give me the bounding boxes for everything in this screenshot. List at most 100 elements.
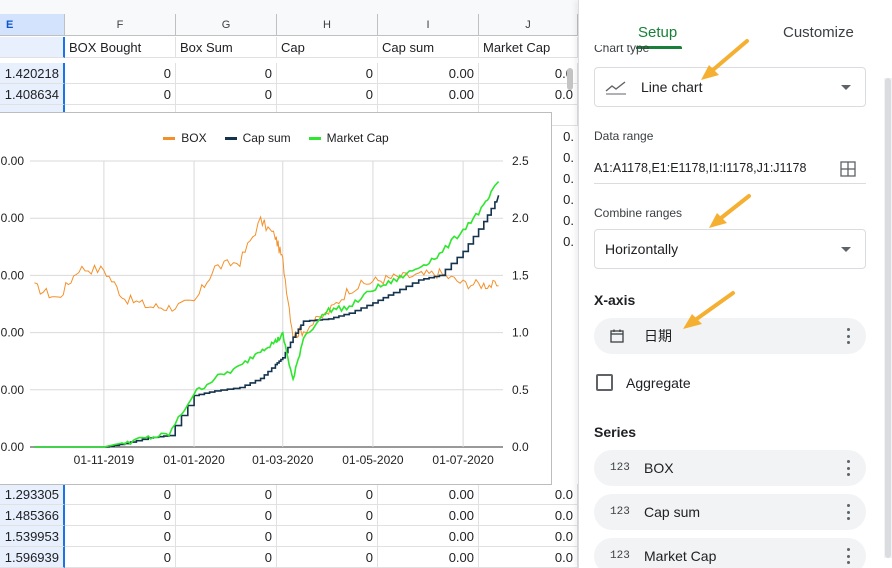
table-cell[interactable]: 0.00 — [378, 547, 479, 568]
annotation-arrow — [701, 39, 749, 80]
table-cell[interactable]: 0.0 — [479, 484, 578, 505]
more-vert-icon[interactable] — [846, 328, 850, 344]
table-cell[interactable]: 1.485366 — [0, 505, 65, 526]
table-cell[interactable]: 0 — [65, 505, 176, 526]
table-cell[interactable]: 0.0 — [479, 84, 578, 105]
table-cell[interactable]: 1.539953 — [0, 526, 65, 547]
y-axis-tick-label-left: 0.00 — [1, 268, 25, 282]
y-axis-tick-label-left: 0.00 — [1, 211, 25, 225]
panel-scrollbar[interactable] — [885, 78, 891, 558]
table-cell[interactable]: 1.596939 — [0, 547, 65, 568]
table-cell[interactable]: 0. — [552, 126, 578, 147]
y-axis-tick-label-right: 1.5 — [512, 268, 529, 282]
table-cell[interactable]: 0 — [277, 547, 378, 568]
table-cell[interactable]: 0 — [176, 63, 277, 84]
table-cell[interactable] — [0, 37, 65, 58]
data-range-input[interactable]: A1:A1178,E1:E1178,I1:I1178,J1:J1178 — [594, 161, 806, 175]
table-cell[interactable]: 0 — [65, 84, 176, 105]
series-section-title: Series — [594, 424, 637, 440]
table-cell[interactable]: BOX Bought — [65, 37, 176, 58]
chart-type-label: Chart type — [594, 45, 650, 55]
x-axis-tick-label: 01-01-2020 — [163, 453, 225, 467]
table-cell[interactable]: 0 — [65, 63, 176, 84]
table-cell[interactable]: 0. — [552, 210, 578, 231]
table-cell[interactable]: 0 — [176, 505, 277, 526]
chart-plot: 0.00 0.0 0.00 0.5 0.00 1.0 0.00 1.5 0.00 2.0 0.00 2… — [1, 154, 529, 467]
y-axis-tick-label-left: 0.00 — [1, 154, 25, 168]
table-cell[interactable]: Box Sum — [176, 37, 277, 58]
aggregate-checkbox[interactable] — [596, 374, 613, 391]
table-cell[interactable]: 1.420218 — [0, 63, 65, 84]
table-cell[interactable]: 0.00 — [378, 526, 479, 547]
table-cell[interactable]: 0.00 — [378, 84, 479, 105]
table-cell[interactable]: 0. — [552, 168, 578, 189]
table-cell[interactable]: 0 — [176, 526, 277, 547]
more-vert-icon[interactable] — [846, 504, 850, 520]
annotation-arrow — [683, 291, 735, 329]
table-cell[interactable]: 1.408634 — [0, 84, 65, 105]
series-label: Market Cap — [644, 548, 717, 564]
table-cell[interactable]: 0.00 — [378, 484, 479, 505]
table-cell[interactable]: 0.0 — [479, 547, 578, 568]
table-cell[interactable]: Cap — [277, 37, 378, 58]
table-cell[interactable]: 0 — [277, 526, 378, 547]
table-cell[interactable]: 0 — [277, 484, 378, 505]
y-axis-tick-label-right: 0.5 — [512, 383, 529, 397]
tab-setup[interactable]: Setup — [638, 24, 677, 41]
spreadsheet-grid: E F G H I J BOX Bought Box Sum Cap Cap s… — [0, 0, 578, 568]
table-cell[interactable]: 0.00 — [378, 505, 479, 526]
table-cell[interactable]: 0 — [277, 63, 378, 84]
table-cell[interactable]: 0 — [277, 84, 378, 105]
table-cell[interactable]: 0.00 — [378, 63, 479, 84]
table-cell[interactable]: 0. — [552, 189, 578, 210]
calendar-icon — [610, 329, 624, 343]
table-cell[interactable]: 0.0 — [479, 526, 578, 547]
combine-ranges-dropdown[interactable]: Horizontally — [594, 229, 866, 269]
toolbar-strip — [0, 0, 578, 14]
table-cell[interactable]: 0. — [552, 147, 578, 168]
series-item-market-cap[interactable]: 123 Market Cap — [594, 538, 866, 568]
table-cell[interactable]: Cap sum — [378, 37, 479, 58]
x-axis-tick-label: 01-11-2019 — [74, 453, 135, 467]
aggregate-label: Aggregate — [626, 375, 691, 391]
more-vert-icon[interactable] — [846, 460, 850, 476]
series-item-cap-sum[interactable]: 123 Cap sum — [594, 494, 866, 530]
column-header-h[interactable]: H — [277, 14, 378, 36]
column-header-f[interactable]: F — [65, 14, 176, 36]
y-axis-tick-label-right: 0.0 — [512, 440, 529, 454]
sheet-scrollbar[interactable] — [567, 68, 573, 90]
table-cell[interactable]: 0 — [65, 547, 176, 568]
series-item-box[interactable]: 123 BOX — [594, 450, 866, 486]
y-axis-tick-label-right: 2.0 — [512, 211, 529, 225]
table-cell[interactable]: 0 — [277, 505, 378, 526]
table-cell[interactable]: 0 — [176, 547, 277, 568]
table-cell[interactable]: 0.0 — [479, 63, 578, 84]
table-cell[interactable]: 0 — [176, 84, 277, 105]
annotation-arrow — [709, 194, 751, 228]
y-axis-tick-label-right: 2.5 — [512, 154, 529, 168]
table-cell[interactable]: 1.293305 — [0, 484, 65, 505]
column-header-e[interactable]: E — [0, 14, 65, 36]
more-vert-icon[interactable] — [846, 548, 850, 564]
table-cell[interactable]: 0 — [176, 484, 277, 505]
table-row: 1.596939 0 0 0 0.00 0.0 — [0, 547, 578, 568]
column-header-g[interactable]: G — [176, 14, 277, 36]
table-cell[interactable]: 0 — [65, 526, 176, 547]
table-row: 1.539953 0 0 0 0.00 0.0 — [0, 526, 578, 547]
x-axis-tick-label: 01-05-2020 — [342, 453, 404, 467]
table-cell[interactable]: 0.0 — [479, 505, 578, 526]
table-row: 1.408634 0 0 0 0.00 0.0 — [0, 84, 578, 105]
table-row: 1.420218 0 0 0 0.00 0.0 — [0, 63, 578, 84]
x-axis-tick-label: 01-03-2020 — [252, 453, 314, 467]
line-chart[interactable]: BOX Cap sum Market Cap 0.00 0.0 0.00 0.5 0.0… — [0, 112, 552, 485]
table-cell[interactable]: 0. — [552, 231, 578, 252]
x-axis-section-title: X-axis — [594, 292, 636, 308]
table-cell[interactable]: 0 — [65, 484, 176, 505]
column-header-j[interactable]: J — [479, 14, 578, 36]
tab-customize[interactable]: Customize — [783, 24, 854, 41]
column-header-i[interactable]: I — [378, 14, 479, 36]
combine-ranges-label: Combine ranges — [594, 206, 683, 220]
divider — [594, 183, 866, 184]
table-cell[interactable]: Market Cap — [479, 37, 578, 58]
grid-select-icon[interactable] — [840, 161, 856, 177]
